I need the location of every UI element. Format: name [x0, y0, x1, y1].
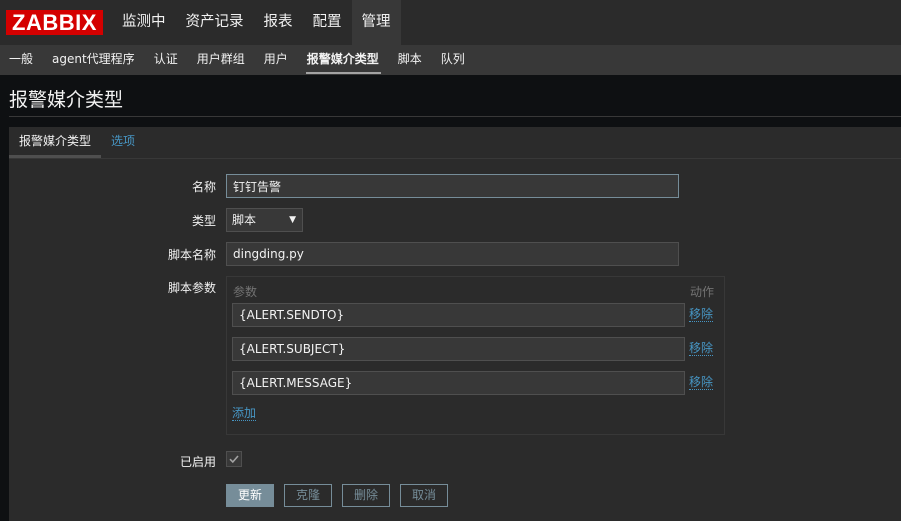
top-menu: 监测中 资产记录 报表 配置 管理 — [112, 0, 401, 45]
form-tabs: 报警媒介类型 选项 — [9, 127, 901, 159]
enabled-label: 已启用 — [179, 455, 216, 469]
param-input-message[interactable] — [232, 371, 685, 395]
type-select-value: 脚本 — [232, 213, 257, 227]
sub-menu-scripts[interactable]: 脚本 — [389, 45, 432, 75]
cancel-button[interactable]: 取消 — [400, 484, 448, 507]
remove-param-message-link[interactable]: 移除 — [689, 375, 714, 390]
params-column-header: 参数 — [233, 285, 258, 299]
clone-button[interactable]: 克隆 — [284, 484, 332, 507]
zabbix-logo[interactable]: ZABBIX — [6, 10, 103, 35]
name-label: 名称 — [191, 180, 216, 194]
param-input-subject[interactable] — [232, 337, 685, 361]
page-title: 报警媒介类型 — [9, 89, 124, 111]
title-divider — [9, 116, 901, 117]
type-label: 类型 — [191, 214, 216, 228]
script-params-table: 参数 动作 移除 移除 移除 添加 — [226, 276, 725, 435]
enabled-checkbox[interactable] — [226, 451, 242, 467]
delete-button[interactable]: 删除 — [342, 484, 390, 507]
tab-media-type[interactable]: 报警媒介类型 — [9, 127, 102, 158]
script-name-input[interactable] — [226, 242, 679, 266]
name-input[interactable] — [226, 174, 679, 198]
tab-options[interactable]: 选项 — [101, 127, 145, 158]
script-name-label: 脚本名称 — [167, 248, 216, 262]
update-button[interactable]: 更新 — [226, 484, 274, 507]
sub-menu-general[interactable]: 一般 — [0, 45, 43, 75]
top-menu-inventory[interactable]: 资产记录 — [176, 0, 254, 45]
sub-navigation: 一般 agent代理程序 认证 用户群组 用户 报警媒介类型 脚本 队列 — [0, 45, 901, 75]
top-menu-reports[interactable]: 报表 — [254, 0, 303, 45]
sub-menu-user-groups[interactable]: 用户群组 — [188, 45, 255, 75]
sub-menu-authentication[interactable]: 认证 — [145, 45, 188, 75]
check-icon — [229, 455, 239, 464]
top-navigation: ZABBIX 监测中 资产记录 报表 配置 管理 — [0, 0, 901, 45]
sub-menu-queue[interactable]: 队列 — [432, 45, 475, 75]
script-params-label: 脚本参数 — [167, 281, 216, 295]
media-type-form: 报警媒介类型 选项 名称 类型 脚本 ▼ 脚本名称 脚本参数 参数 动作 移除 … — [9, 127, 901, 521]
top-menu-administration[interactable]: 管理 — [351, 0, 401, 45]
action-column-header: 动作 — [690, 285, 715, 299]
top-menu-configuration[interactable]: 配置 — [303, 0, 352, 45]
remove-param-sendto-link[interactable]: 移除 — [689, 307, 714, 322]
param-input-sendto[interactable] — [232, 303, 685, 327]
chevron-down-icon: ▼ — [289, 215, 296, 225]
add-param-link[interactable]: 添加 — [232, 406, 257, 421]
sub-menu-proxies[interactable]: agent代理程序 — [43, 45, 145, 75]
sub-menu-media-types[interactable]: 报警媒介类型 — [298, 45, 389, 75]
sub-menu: 一般 agent代理程序 认证 用户群组 用户 报警媒介类型 脚本 队列 — [0, 45, 475, 75]
remove-param-subject-link[interactable]: 移除 — [689, 341, 714, 356]
top-menu-monitoring[interactable]: 监测中 — [112, 0, 176, 45]
sub-menu-users[interactable]: 用户 — [255, 45, 298, 75]
type-select[interactable]: 脚本 ▼ — [226, 208, 303, 232]
